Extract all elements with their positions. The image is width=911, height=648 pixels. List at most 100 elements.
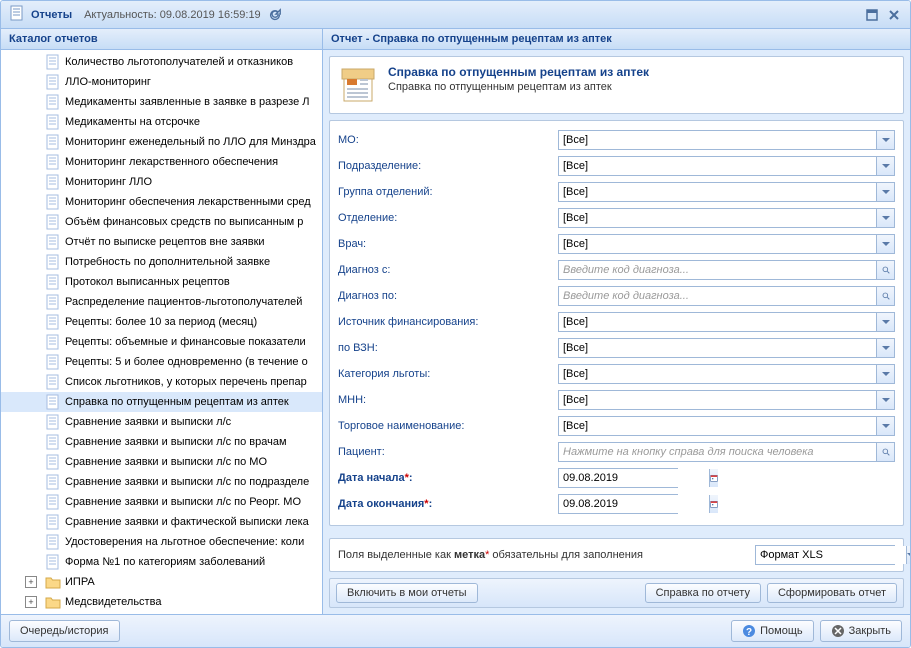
expander-icon[interactable]: + bbox=[25, 576, 37, 588]
tree-item[interactable]: Сравнение заявки и выписки л/с по Реорг.… bbox=[1, 492, 322, 512]
tree-scroll[interactable]: Количество льготополучателей и отказнико… bbox=[1, 50, 322, 614]
tree-folder[interactable]: +Медсвидетельства bbox=[1, 592, 322, 612]
close-icon[interactable] bbox=[886, 7, 902, 23]
group-input[interactable] bbox=[559, 183, 876, 201]
format-combo[interactable] bbox=[755, 545, 895, 565]
maximize-icon[interactable] bbox=[864, 7, 880, 23]
podr-input[interactable] bbox=[559, 157, 876, 175]
refresh-icon[interactable] bbox=[267, 7, 283, 23]
podr-combo[interactable] bbox=[558, 156, 895, 176]
hint-text: Поля выделенные как метка* обязательны д… bbox=[338, 549, 643, 561]
chevron-down-icon[interactable] bbox=[876, 391, 894, 409]
close-button[interactable]: Закрыть bbox=[820, 620, 902, 642]
tree-item[interactable]: Протокол выписанных рецептов bbox=[1, 272, 322, 292]
pat-input[interactable] bbox=[559, 443, 876, 461]
date_end-input[interactable] bbox=[559, 495, 709, 513]
tree-item-label: Форма №1 по категориям заболеваний bbox=[65, 556, 265, 568]
otd-combo[interactable] bbox=[558, 208, 895, 228]
expander-icon[interactable]: + bbox=[25, 596, 37, 608]
search-icon[interactable] bbox=[876, 287, 894, 305]
mnn-input[interactable] bbox=[559, 391, 876, 409]
tree-item[interactable]: Справка по отпущенным рецептам из аптек bbox=[1, 392, 322, 412]
tree-item[interactable]: Потребность по дополнительной заявке bbox=[1, 252, 322, 272]
field-label: Диагноз по: bbox=[338, 290, 558, 302]
vzn-combo[interactable] bbox=[558, 338, 895, 358]
tree-item-label: Мониторинг ЛЛО bbox=[65, 176, 152, 188]
tree-item[interactable]: Список льготников, у которых перечень пр… bbox=[1, 372, 322, 392]
group-combo[interactable] bbox=[558, 182, 895, 202]
tree-item[interactable]: Мониторинг ЛЛО bbox=[1, 172, 322, 192]
chevron-down-icon[interactable] bbox=[876, 131, 894, 149]
mo-combo[interactable] bbox=[558, 130, 895, 150]
tree-folder[interactable]: +ИПРА bbox=[1, 572, 322, 592]
fin-input[interactable] bbox=[559, 313, 876, 331]
diag_po-search[interactable] bbox=[558, 286, 895, 306]
date_start-input[interactable] bbox=[559, 469, 709, 487]
chevron-down-icon[interactable] bbox=[876, 313, 894, 331]
tree-item[interactable]: Количество льготополучателей и отказнико… bbox=[1, 52, 322, 72]
chevron-down-icon[interactable] bbox=[906, 546, 910, 564]
desc-title: Справка по отпущенным рецептам из аптек bbox=[388, 65, 649, 79]
format-input[interactable] bbox=[756, 546, 906, 564]
catalog-header: Каталог отчетов bbox=[1, 29, 322, 50]
chevron-down-icon[interactable] bbox=[876, 339, 894, 357]
tree-item-label: Сравнение заявки и фактической выписки л… bbox=[65, 516, 309, 528]
tree-item[interactable]: Медикаменты на отсрочке bbox=[1, 112, 322, 132]
kat-input[interactable] bbox=[559, 365, 876, 383]
torg-combo[interactable] bbox=[558, 416, 895, 436]
chevron-down-icon[interactable] bbox=[876, 235, 894, 253]
chevron-down-icon[interactable] bbox=[876, 183, 894, 201]
torg-input[interactable] bbox=[559, 417, 876, 435]
form-row: Источник финансирования: bbox=[338, 311, 895, 333]
vrach-input[interactable] bbox=[559, 235, 876, 253]
tree-item[interactable]: Сравнение заявки и выписки л/с bbox=[1, 412, 322, 432]
tree-item[interactable]: Сравнение заявки и выписки л/с по врачам bbox=[1, 432, 322, 452]
diag_s-input[interactable] bbox=[559, 261, 876, 279]
tree-item[interactable]: Распределение пациентов-льготополучателе… bbox=[1, 292, 322, 312]
tree-item[interactable]: Рецепты: более 10 за период (месяц) bbox=[1, 312, 322, 332]
otd-input[interactable] bbox=[559, 209, 876, 227]
chevron-down-icon[interactable] bbox=[876, 417, 894, 435]
tree-item[interactable]: Мониторинг обеспечения лекарственными ср… bbox=[1, 192, 322, 212]
tree-item-label: ЛЛО-мониторинг bbox=[65, 76, 151, 88]
queue-history-button[interactable]: Очередь/история bbox=[9, 620, 120, 642]
report-help-button[interactable]: Справка по отчету bbox=[645, 583, 761, 603]
calendar-icon[interactable] bbox=[709, 495, 718, 513]
tree-item[interactable]: Сравнение заявки и фактической выписки л… bbox=[1, 512, 322, 532]
calendar-icon[interactable] bbox=[709, 469, 718, 487]
date_end-date[interactable] bbox=[558, 494, 678, 514]
kat-combo[interactable] bbox=[558, 364, 895, 384]
tree-item[interactable]: Сравнение заявки и выписки л/с по подраз… bbox=[1, 472, 322, 492]
chevron-down-icon[interactable] bbox=[876, 365, 894, 383]
help-button[interactable]: ? Помощь bbox=[731, 620, 814, 642]
tree-item[interactable]: Рецепты: объемные и финансовые показател… bbox=[1, 332, 322, 352]
tree-item[interactable]: Форма №1 по категориям заболеваний bbox=[1, 552, 322, 572]
mnn-combo[interactable] bbox=[558, 390, 895, 410]
chevron-down-icon[interactable] bbox=[876, 157, 894, 175]
tree-item[interactable]: ЛЛО-мониторинг bbox=[1, 72, 322, 92]
tree-item[interactable]: Мониторинг еженедельный по ЛЛО для Минзд… bbox=[1, 132, 322, 152]
tree-item[interactable]: Удостоверения на льготное обеспечение: к… bbox=[1, 532, 322, 552]
fin-combo[interactable] bbox=[558, 312, 895, 332]
vzn-input[interactable] bbox=[559, 339, 876, 357]
diag_po-input[interactable] bbox=[559, 287, 876, 305]
generate-report-button[interactable]: Сформировать отчет bbox=[767, 583, 897, 603]
vrach-combo[interactable] bbox=[558, 234, 895, 254]
add-to-my-reports-button[interactable]: Включить в мои отчеты bbox=[336, 583, 478, 603]
tree-item[interactable]: Сравнение заявки и выписки л/с по МО bbox=[1, 452, 322, 472]
mo-input[interactable] bbox=[559, 131, 876, 149]
diag_s-search[interactable] bbox=[558, 260, 895, 280]
pat-search[interactable] bbox=[558, 442, 895, 462]
tree-item[interactable]: Мониторинг лекарственного обеспечения bbox=[1, 152, 322, 172]
tree-folder[interactable]: +Паспорт МО bbox=[1, 612, 322, 614]
tree-item-label: Справка по отпущенным рецептам из аптек bbox=[65, 396, 289, 408]
chevron-down-icon[interactable] bbox=[876, 209, 894, 227]
reports-window: Отчеты Актуальность: 09.08.2019 16:59:19… bbox=[0, 0, 911, 648]
tree-item[interactable]: Объём финансовых средств по выписанным р bbox=[1, 212, 322, 232]
search-icon[interactable] bbox=[876, 261, 894, 279]
tree-item[interactable]: Рецепты: 5 и более одновременно (в течен… bbox=[1, 352, 322, 372]
tree-item[interactable]: Отчёт по выписке рецептов вне заявки bbox=[1, 232, 322, 252]
date_start-date[interactable] bbox=[558, 468, 678, 488]
search-icon[interactable] bbox=[876, 443, 894, 461]
tree-item[interactable]: Медикаменты заявленные в заявке в разрез… bbox=[1, 92, 322, 112]
